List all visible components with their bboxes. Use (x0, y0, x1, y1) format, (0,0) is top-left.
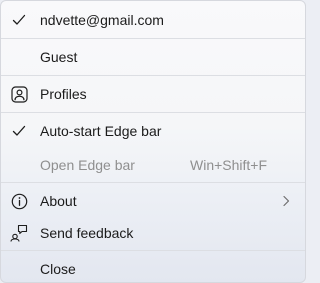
profiles-item[interactable]: Profiles (1, 76, 305, 112)
send-feedback-item[interactable]: Send feedback (1, 215, 305, 251)
about-item[interactable]: About (1, 183, 305, 219)
open-edge-bar-item: Open Edge bar Win+Shift+F (1, 147, 305, 183)
send-feedback-label: Send feedback (40, 225, 134, 241)
profile-icon (10, 85, 28, 103)
account-item[interactable]: ndvette@gmail.com (1, 2, 305, 38)
close-label: Close (40, 261, 76, 277)
keyboard-shortcut: Win+Shift+F (190, 157, 268, 173)
guest-item[interactable]: Guest (1, 39, 305, 75)
feedback-icon (10, 224, 28, 242)
account-email: ndvette@gmail.com (40, 12, 164, 28)
profiles-label: Profiles (40, 86, 87, 102)
auto-start-item[interactable]: Auto-start Edge bar (1, 113, 305, 149)
guest-label: Guest (40, 49, 78, 65)
edge-bar-settings-menu: ndvette@gmail.com Guest Profiles Auto-st… (0, 0, 306, 283)
auto-start-label: Auto-start Edge bar (40, 123, 162, 139)
checkmark-icon (10, 11, 28, 29)
checkmark-icon (10, 122, 28, 140)
about-label: About (40, 193, 77, 209)
open-edge-bar-label: Open Edge bar (40, 157, 135, 173)
info-icon (10, 192, 28, 210)
chevron-right-icon (280, 194, 292, 208)
close-item[interactable]: Close (1, 251, 305, 282)
